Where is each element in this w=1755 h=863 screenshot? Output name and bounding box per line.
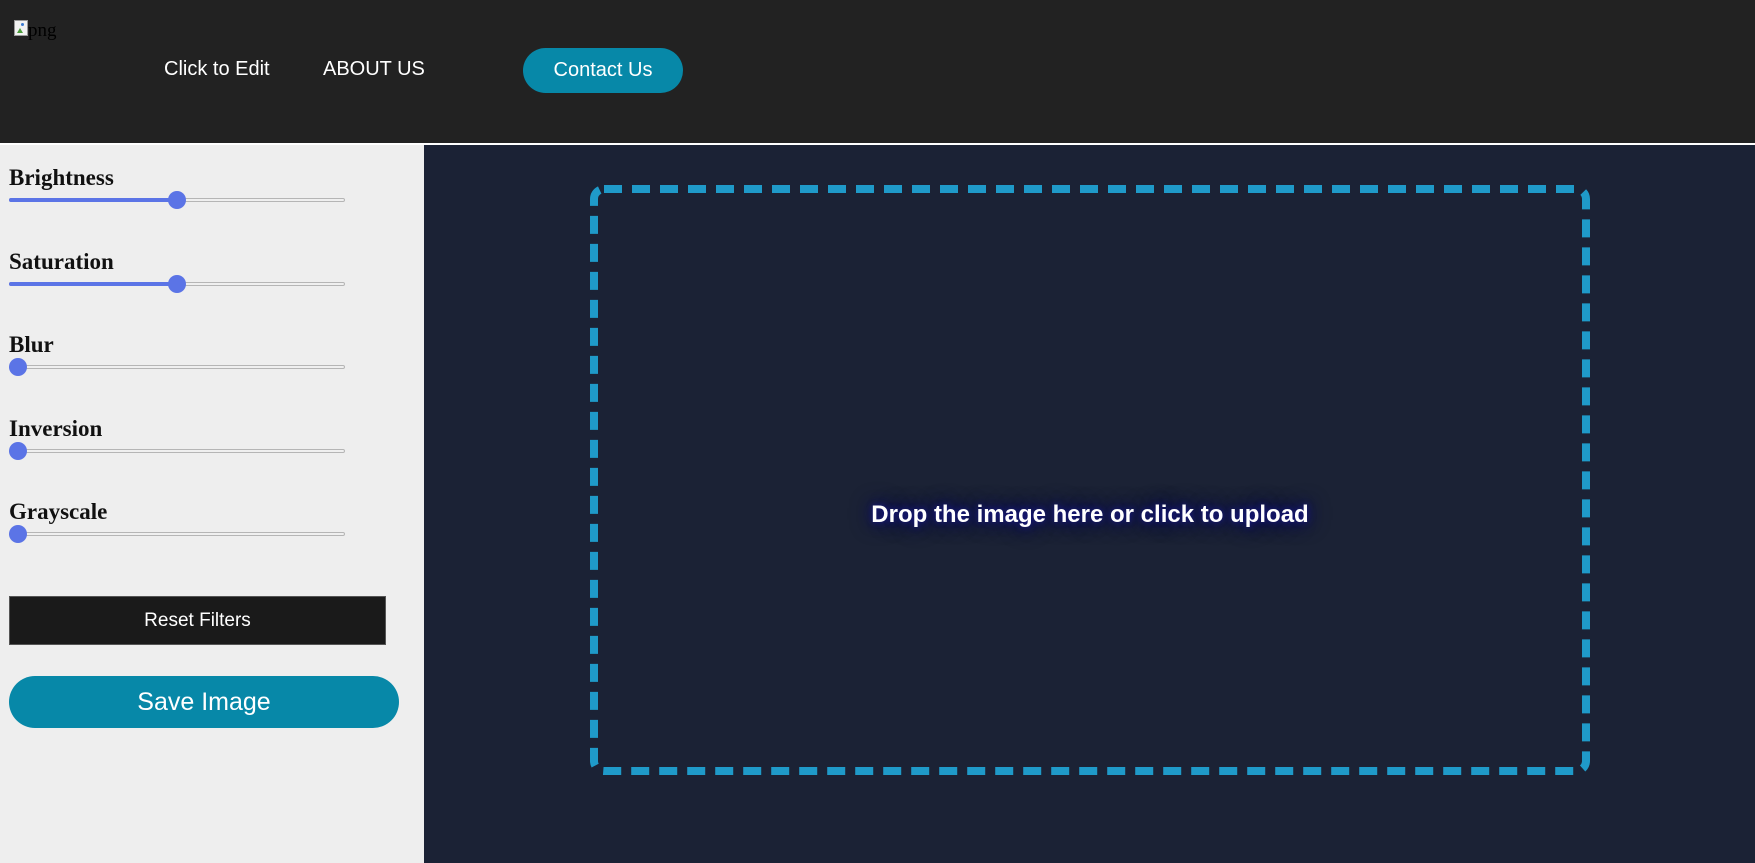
- dropzone-border: [590, 185, 1590, 775]
- image-dropzone[interactable]: Drop the image here or click to upload: [590, 185, 1590, 775]
- filter-label: Saturation: [9, 249, 114, 274]
- dropzone-instructions: Drop the image here or click to upload: [871, 501, 1309, 528]
- filter-label: Inversion: [9, 416, 103, 441]
- nav-link-click-to-edit[interactable]: Click to Edit: [164, 58, 270, 81]
- contact-us-button[interactable]: Contact Us: [523, 48, 683, 93]
- filter-label: Grayscale: [9, 499, 108, 524]
- filter-grayscale: Grayscale: [9, 499, 349, 543]
- slider-fill: [9, 282, 177, 286]
- brightness-slider[interactable]: [9, 191, 345, 209]
- filter-blur: Blur: [9, 332, 349, 376]
- filters-sidebar: Brightness Saturation Blur Inversion Gra…: [0, 145, 424, 863]
- slider-track[interactable]: [9, 532, 345, 536]
- slider-thumb[interactable]: [9, 525, 27, 543]
- nav-link-about-us[interactable]: ABOUT US: [323, 58, 425, 81]
- inversion-slider[interactable]: [9, 442, 345, 460]
- logo-alt-text: png: [28, 20, 57, 41]
- filter-saturation: Saturation: [9, 249, 349, 293]
- saturation-slider[interactable]: [9, 275, 345, 293]
- logo[interactable]: png: [14, 20, 57, 46]
- top-navbar: png Click to Edit ABOUT US Contact Us: [0, 0, 1755, 145]
- slider-thumb[interactable]: [168, 191, 186, 209]
- filter-brightness: Brightness: [9, 165, 349, 209]
- grayscale-slider[interactable]: [9, 525, 345, 543]
- filter-label: Blur: [9, 332, 54, 357]
- slider-track[interactable]: [9, 449, 345, 453]
- reset-filters-button[interactable]: Reset Filters: [9, 596, 386, 645]
- slider-thumb[interactable]: [168, 275, 186, 293]
- slider-thumb[interactable]: [9, 358, 27, 376]
- blur-slider[interactable]: [9, 358, 345, 376]
- slider-track[interactable]: [9, 365, 345, 369]
- slider-thumb[interactable]: [9, 442, 27, 460]
- broken-image-icon: [14, 20, 28, 36]
- filter-inversion: Inversion: [9, 416, 349, 460]
- filter-label: Brightness: [9, 165, 114, 190]
- slider-fill: [9, 198, 177, 202]
- save-image-button[interactable]: Save Image: [9, 676, 399, 728]
- image-canvas-area: Drop the image here or click to upload: [424, 145, 1755, 863]
